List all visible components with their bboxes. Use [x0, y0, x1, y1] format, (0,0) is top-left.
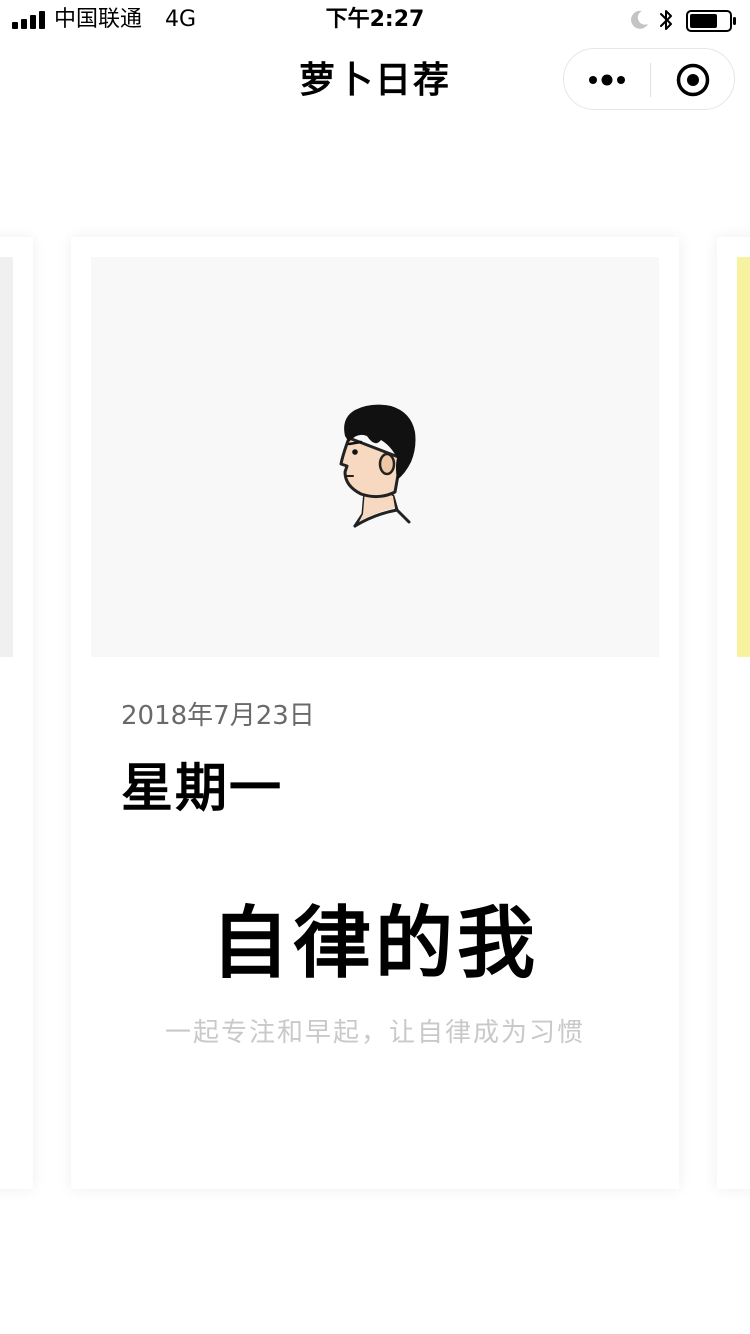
mini-program-capsule	[563, 48, 735, 110]
card-weekday: 星期一	[121, 759, 284, 819]
bluetooth-icon	[658, 8, 674, 32]
status-bar: 中国联通 4G 下午2:27	[0, 0, 750, 40]
avatar	[335, 402, 419, 532]
next-card-cover	[737, 257, 750, 657]
current-card[interactable]: 2018年7月23日 星期一 自律的我 一起专注和早起，让自律成为习惯	[71, 237, 679, 1189]
card-date: 2018年7月23日	[121, 701, 315, 731]
close-mini-program-icon[interactable]	[651, 49, 735, 111]
previous-card-cover	[0, 257, 13, 657]
more-icon[interactable]	[564, 49, 650, 111]
card-cover	[91, 257, 659, 657]
next-card[interactable]	[717, 237, 750, 1189]
card-heading: 自律的我	[210, 899, 539, 989]
card-subtitle: 一起专注和早起，让自律成为习惯	[164, 1018, 585, 1048]
battery-icon	[686, 9, 738, 33]
previous-card[interactable]	[0, 237, 33, 1189]
moon-icon	[628, 9, 650, 31]
